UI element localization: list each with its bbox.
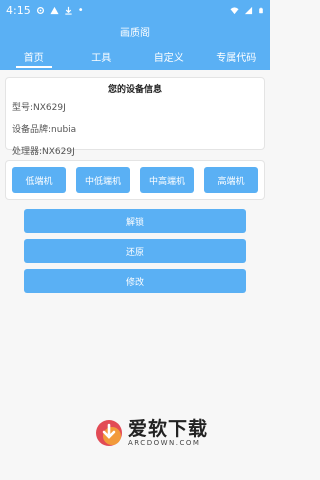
mid-low-end-button[interactable]: 中低端机 xyxy=(76,167,130,193)
status-bar: 4:15 • xyxy=(0,0,270,20)
device-info-card: 您的设备信息 型号:NX629J 设备品牌:nubia 处理器:NX629J xyxy=(5,77,265,157)
watermark: 爱软下载 ARCDOWN.COM xyxy=(94,418,208,448)
tab-tools[interactable]: 工具 xyxy=(68,42,136,70)
mid-high-end-button[interactable]: 中高端机 xyxy=(140,167,194,193)
tab-custom[interactable]: 自定义 xyxy=(135,42,203,70)
signal-icon xyxy=(244,6,253,14)
modify-button[interactable]: 修改 xyxy=(24,269,246,293)
status-time: 4:15 xyxy=(6,3,31,17)
action-buttons: 解锁 还原 修改 xyxy=(0,209,270,293)
battery-icon xyxy=(259,7,263,13)
tab-exclusive-code[interactable]: 专属代码 xyxy=(203,42,271,70)
dot-icon: • xyxy=(77,4,84,16)
device-tier-selector: 低端机 中低端机 中高端机 高端机 xyxy=(5,160,265,200)
app-bar: 画质阁 xyxy=(0,20,270,42)
download-icon xyxy=(65,6,72,15)
watermark-url: ARCDOWN.COM xyxy=(128,439,201,447)
tab-home[interactable]: 首页 xyxy=(0,42,68,70)
settings-icon xyxy=(36,6,44,14)
watermark-title: 爱软下载 xyxy=(128,418,209,440)
alert-icon xyxy=(50,6,59,14)
device-info-title: 您的设备信息 xyxy=(107,85,162,95)
device-processor: 处理器:NX629J xyxy=(12,147,75,157)
high-end-button[interactable]: 高端机 xyxy=(204,167,258,193)
app-title: 画质阁 xyxy=(120,27,150,39)
device-model: 型号:NX629J xyxy=(12,103,66,113)
device-brand: 设备品牌:nubia xyxy=(12,125,77,135)
tab-bar: 首页 工具 自定义 专属代码 xyxy=(0,42,270,70)
restore-button[interactable]: 还原 xyxy=(24,239,246,263)
download-logo-icon xyxy=(96,420,122,446)
wifi-icon xyxy=(230,6,239,14)
low-end-button[interactable]: 低端机 xyxy=(12,167,66,193)
unlock-button[interactable]: 解锁 xyxy=(24,209,246,233)
